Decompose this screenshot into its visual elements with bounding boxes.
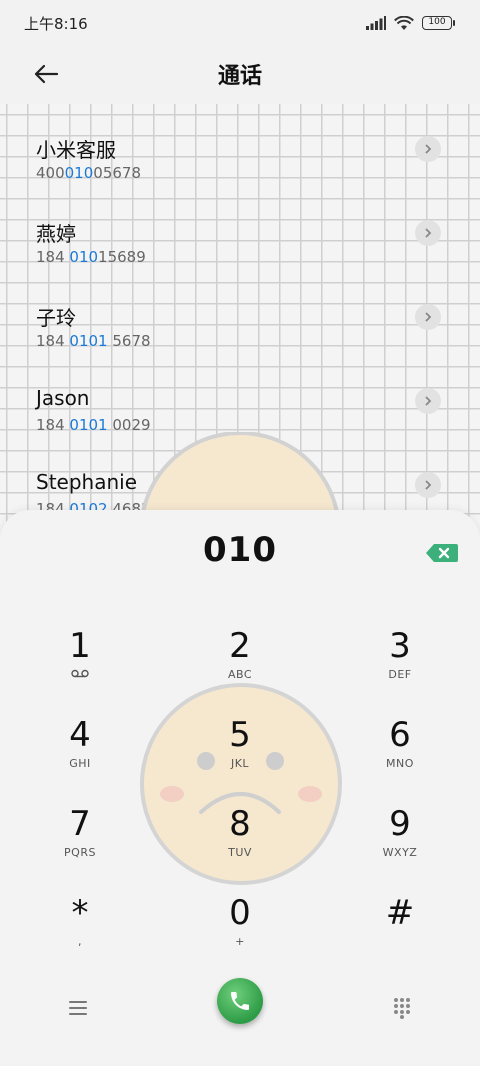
key-3[interactable]: 3 DEF bbox=[340, 626, 460, 706]
contact-detail-button[interactable] bbox=[415, 304, 441, 330]
key-letters: , bbox=[78, 935, 82, 948]
key-9[interactable]: 9 WXYZ bbox=[340, 804, 460, 884]
chevron-right-icon bbox=[425, 228, 432, 238]
battery-icon: 100 bbox=[422, 16, 455, 30]
key-hash[interactable]: # bbox=[340, 893, 460, 973]
dial-number-display: 010 bbox=[203, 530, 277, 570]
contact-number: 184 0101 0029 bbox=[36, 416, 151, 434]
contact-number: 40001005678 bbox=[36, 164, 141, 182]
chevron-right-icon bbox=[425, 480, 432, 490]
contact-list: 小米客服 40001005678 燕婷 184 01015689 子玲 184 … bbox=[0, 104, 480, 524]
key-digit: 1 bbox=[69, 626, 91, 666]
page-title: 通话 bbox=[217, 64, 262, 89]
dialpad-panel: 010 1 2 ABC 3 DEF 4 GHI 5 JKL 6 MNO 7 PQ… bbox=[0, 510, 480, 1066]
contact-detail-button[interactable] bbox=[415, 136, 441, 162]
key-0[interactable]: 0 + bbox=[180, 893, 300, 973]
key-letters: PQRS bbox=[64, 846, 96, 859]
key-digit: 0 bbox=[229, 893, 251, 933]
chevron-right-icon bbox=[425, 396, 432, 406]
status-bar: 上午8:16 100 bbox=[0, 0, 480, 46]
contact-name: Stephanie bbox=[36, 470, 138, 494]
contact-name: 子玲 bbox=[36, 306, 76, 330]
key-digit: * bbox=[71, 893, 89, 933]
contact-number: 184 0101 5678 bbox=[36, 332, 151, 350]
contact-number: 184 01015689 bbox=[36, 248, 146, 266]
menu-button[interactable] bbox=[62, 992, 94, 1024]
key-digit: 4 bbox=[69, 715, 91, 755]
key-6[interactable]: 6 MNO bbox=[340, 715, 460, 795]
status-icons: 100 bbox=[366, 15, 455, 31]
key-letters: JKL bbox=[230, 757, 250, 770]
signal-icon bbox=[366, 16, 386, 30]
status-time: 上午8:16 bbox=[24, 14, 88, 33]
key-1[interactable]: 1 bbox=[20, 626, 140, 706]
key-digit: 8 bbox=[229, 804, 251, 844]
dialpad-icon bbox=[394, 998, 410, 1019]
key-digit: 6 bbox=[389, 715, 411, 755]
key-digit: 3 bbox=[389, 626, 411, 666]
key-digit: 9 bbox=[389, 804, 411, 844]
key-letters: WXYZ bbox=[382, 846, 418, 859]
key-letters: TUV bbox=[228, 846, 252, 859]
header: 通话 bbox=[0, 46, 480, 102]
key-7[interactable]: 7 PQRS bbox=[20, 804, 140, 884]
key-8[interactable]: 8 TUV bbox=[180, 804, 300, 884]
key-letters: + bbox=[235, 935, 245, 948]
key-digit: 7 bbox=[69, 804, 91, 844]
call-button[interactable] bbox=[217, 978, 263, 1024]
key-5[interactable]: 5 JKL bbox=[180, 715, 300, 795]
contact-name: Jason bbox=[36, 386, 90, 410]
contact-detail-button[interactable] bbox=[415, 472, 441, 498]
contact-row[interactable]: 子玲 184 0101 5678 bbox=[0, 272, 480, 356]
wifi-icon bbox=[394, 15, 414, 30]
key-letters: MNO bbox=[386, 757, 414, 770]
backspace-button[interactable] bbox=[424, 542, 460, 564]
contact-name: 燕婷 bbox=[36, 222, 76, 246]
contact-name: 小米客服 bbox=[36, 138, 116, 162]
backspace-icon bbox=[426, 544, 458, 562]
bottom-action-bar bbox=[0, 976, 480, 1046]
back-button[interactable] bbox=[28, 56, 64, 92]
voicemail-icon bbox=[20, 668, 140, 681]
key-letters: GHI bbox=[69, 757, 91, 770]
key-digit: # bbox=[385, 893, 415, 933]
key-letters: DEF bbox=[388, 668, 412, 681]
contact-row[interactable]: Jason 184 0101 0029 bbox=[0, 356, 480, 440]
contact-detail-button[interactable] bbox=[415, 220, 441, 246]
contact-row[interactable]: 小米客服 40001005678 bbox=[0, 104, 480, 188]
key-digit: 5 bbox=[229, 715, 251, 755]
contact-row[interactable]: 燕婷 184 01015689 bbox=[0, 188, 480, 272]
key-letters: ABC bbox=[227, 668, 253, 681]
key-star[interactable]: * , bbox=[20, 893, 140, 973]
phone-icon bbox=[231, 992, 249, 1010]
contact-detail-button[interactable] bbox=[415, 388, 441, 414]
arrow-left-icon bbox=[34, 64, 59, 84]
menu-icon bbox=[69, 1001, 87, 1015]
key-4[interactable]: 4 GHI bbox=[20, 715, 140, 795]
key-digit: 2 bbox=[229, 626, 251, 666]
chevron-right-icon bbox=[425, 144, 432, 154]
chevron-right-icon bbox=[425, 312, 432, 322]
hide-keypad-button[interactable] bbox=[386, 992, 418, 1024]
key-2[interactable]: 2 ABC bbox=[180, 626, 300, 706]
